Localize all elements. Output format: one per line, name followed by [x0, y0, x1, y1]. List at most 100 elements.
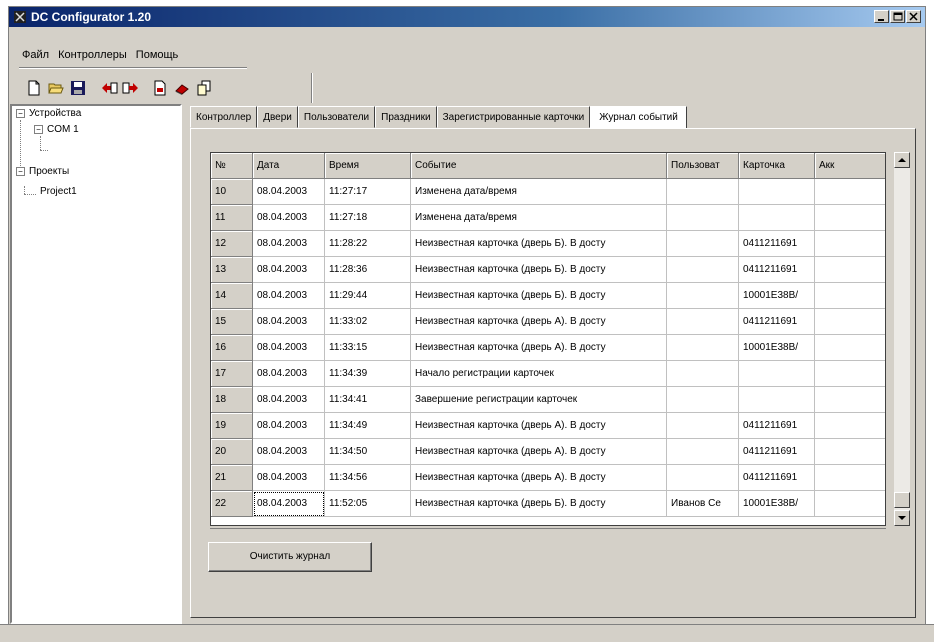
- cell-col-user[interactable]: Иванов Се: [667, 491, 739, 517]
- cell-col-user[interactable]: [667, 309, 739, 335]
- table-row[interactable]: 19 08.04.2003 11:34:49 Неизвестная карточка…: [211, 413, 885, 439]
- cell-col-card[interactable]: 0411211691: [739, 257, 815, 283]
- document-button[interactable]: [149, 77, 171, 99]
- scroll-thumb[interactable]: [894, 492, 910, 508]
- collapse-icon[interactable]: −: [16, 166, 25, 176]
- cell-col-user[interactable]: [667, 335, 739, 361]
- tree-item-projects[interactable]: − Проекты: [16, 166, 69, 177]
- new-button[interactable]: [23, 77, 45, 99]
- eraser-button[interactable]: [171, 77, 193, 99]
- tab-doors[interactable]: Двери: [257, 106, 298, 128]
- table-row[interactable]: 14 08.04.2003 11:29:44 Неизвестная карточка…: [211, 283, 885, 309]
- cell-col-date[interactable]: 08.04.2003: [253, 335, 325, 361]
- open-button[interactable]: [45, 77, 67, 99]
- cell-col-time[interactable]: 11:34:49: [325, 413, 411, 439]
- cell-col-number[interactable]: 16: [211, 335, 253, 361]
- device-tree[interactable]: − Устройства − COM 1 − Проекты Project1: [10, 104, 182, 624]
- cell-col-card[interactable]: 10001E38B/: [739, 335, 815, 361]
- scroll-up-button[interactable]: [894, 152, 910, 168]
- cell-col-acc[interactable]: [815, 231, 885, 257]
- header-col-acc[interactable]: Акк: [815, 153, 885, 179]
- cell-col-acc[interactable]: [815, 335, 885, 361]
- cell-col-event[interactable]: Завершение регистрации карточек: [411, 387, 667, 413]
- table-row[interactable]: 21 08.04.2003 11:34:56 Неизвестная карточка…: [211, 465, 885, 491]
- table-row[interactable]: 20 08.04.2003 11:34:50 Неизвестная карточка…: [211, 439, 885, 465]
- cell-col-number[interactable]: 18: [211, 387, 253, 413]
- maximize-button[interactable]: [890, 10, 905, 23]
- header-col-time[interactable]: Время: [325, 153, 411, 179]
- cell-col-date[interactable]: 08.04.2003: [253, 309, 325, 335]
- cell-col-user[interactable]: [667, 387, 739, 413]
- import-button[interactable]: [97, 77, 119, 99]
- menu-help[interactable]: Помощь: [133, 47, 182, 63]
- cell-col-card[interactable]: 0411211691: [739, 413, 815, 439]
- minimize-button[interactable]: [874, 10, 889, 23]
- cell-col-date[interactable]: 08.04.2003: [253, 283, 325, 309]
- tab-holidays[interactable]: Праздники: [375, 106, 437, 128]
- tab-users[interactable]: Пользователи: [297, 106, 376, 128]
- cell-col-time[interactable]: 11:34:50: [325, 439, 411, 465]
- tree-item-devices[interactable]: − Устройства: [16, 108, 81, 119]
- cell-col-number[interactable]: 17: [211, 361, 253, 387]
- cell-col-number[interactable]: 22: [211, 491, 253, 517]
- cell-col-card[interactable]: 0411211691: [739, 231, 815, 257]
- cell-col-card[interactable]: 0411211691: [739, 309, 815, 335]
- cell-col-time[interactable]: 11:28:36: [325, 257, 411, 283]
- tree-item-project1[interactable]: Project1: [40, 186, 77, 197]
- cell-col-date[interactable]: 08.04.2003: [253, 257, 325, 283]
- cell-col-card[interactable]: 10001E38B/: [739, 491, 815, 517]
- cell-col-event[interactable]: Неизвестная карточка (дверь А). В досту: [411, 335, 667, 361]
- menu-controllers[interactable]: Контроллеры: [55, 47, 130, 63]
- cell-col-time[interactable]: 11:29:44: [325, 283, 411, 309]
- cell-col-time[interactable]: 11:27:18: [325, 205, 411, 231]
- tree-item-com1[interactable]: − COM 1: [34, 124, 79, 135]
- table-row[interactable]: 22 08.04.2003 11:52:05 Неизвестная карточка…: [211, 491, 885, 517]
- cell-col-event[interactable]: Неизвестная карточка (дверь А). В досту: [411, 309, 667, 335]
- vertical-scrollbar[interactable]: [894, 152, 910, 526]
- cell-col-number[interactable]: 11: [211, 205, 253, 231]
- event-log-grid[interactable]: № Дата Время Событие Пользоват Карточка Акк 10 0…: [210, 152, 886, 526]
- table-row[interactable]: 16 08.04.2003 11:33:15 Неизвестная карточка…: [211, 335, 885, 361]
- cell-col-time[interactable]: 11:27:17: [325, 179, 411, 205]
- table-row[interactable]: 11 08.04.2003 11:27:18 Изменена дата/время: [211, 205, 885, 231]
- cell-col-number[interactable]: 21: [211, 465, 253, 491]
- cell-col-acc[interactable]: [815, 309, 885, 335]
- collapse-icon[interactable]: −: [34, 124, 43, 134]
- cell-col-user[interactable]: [667, 439, 739, 465]
- cell-col-number[interactable]: 14: [211, 283, 253, 309]
- table-row[interactable]: 13 08.04.2003 11:28:36 Неизвестная карточка…: [211, 257, 885, 283]
- cell-col-time[interactable]: 11:33:15: [325, 335, 411, 361]
- cell-col-number[interactable]: 12: [211, 231, 253, 257]
- tab-event-log[interactable]: Журнал событий: [590, 106, 687, 130]
- cell-col-acc[interactable]: [815, 205, 885, 231]
- cell-col-number[interactable]: 19: [211, 413, 253, 439]
- cell-col-event[interactable]: Неизвестная карточка (дверь А). В досту: [411, 413, 667, 439]
- cell-col-time[interactable]: 11:28:22: [325, 231, 411, 257]
- close-button[interactable]: [906, 10, 921, 23]
- cell-col-date[interactable]: 08.04.2003: [253, 179, 325, 205]
- cell-col-event[interactable]: Неизвестная карточка (дверь Б). В досту: [411, 491, 667, 517]
- title-bar[interactable]: DC Configurator 1.20: [9, 7, 925, 27]
- tab-controller[interactable]: Контроллер: [190, 106, 258, 128]
- header-col-card[interactable]: Карточка: [739, 153, 815, 179]
- cell-col-date[interactable]: 08.04.2003: [253, 439, 325, 465]
- cell-col-time[interactable]: 11:52:05: [325, 491, 411, 517]
- cell-col-user[interactable]: [667, 231, 739, 257]
- cell-col-event[interactable]: Изменена дата/время: [411, 179, 667, 205]
- collapse-icon[interactable]: −: [16, 108, 25, 118]
- header-col-user[interactable]: Пользоват: [667, 153, 739, 179]
- cell-col-acc[interactable]: [815, 179, 885, 205]
- cell-col-acc[interactable]: [815, 257, 885, 283]
- cell-col-user[interactable]: [667, 465, 739, 491]
- cell-col-date[interactable]: 08.04.2003: [253, 465, 325, 491]
- cell-col-user[interactable]: [667, 413, 739, 439]
- cell-col-user[interactable]: [667, 257, 739, 283]
- save-button[interactable]: [67, 77, 89, 99]
- cell-col-date[interactable]: 08.04.2003: [253, 491, 325, 517]
- cell-col-acc[interactable]: [815, 439, 885, 465]
- cell-col-acc[interactable]: [815, 413, 885, 439]
- menu-file[interactable]: Файл: [19, 47, 52, 63]
- cell-col-event[interactable]: Изменена дата/время: [411, 205, 667, 231]
- header-col-event[interactable]: Событие: [411, 153, 667, 179]
- table-row[interactable]: 18 08.04.2003 11:34:41 Завершение регистрац…: [211, 387, 885, 413]
